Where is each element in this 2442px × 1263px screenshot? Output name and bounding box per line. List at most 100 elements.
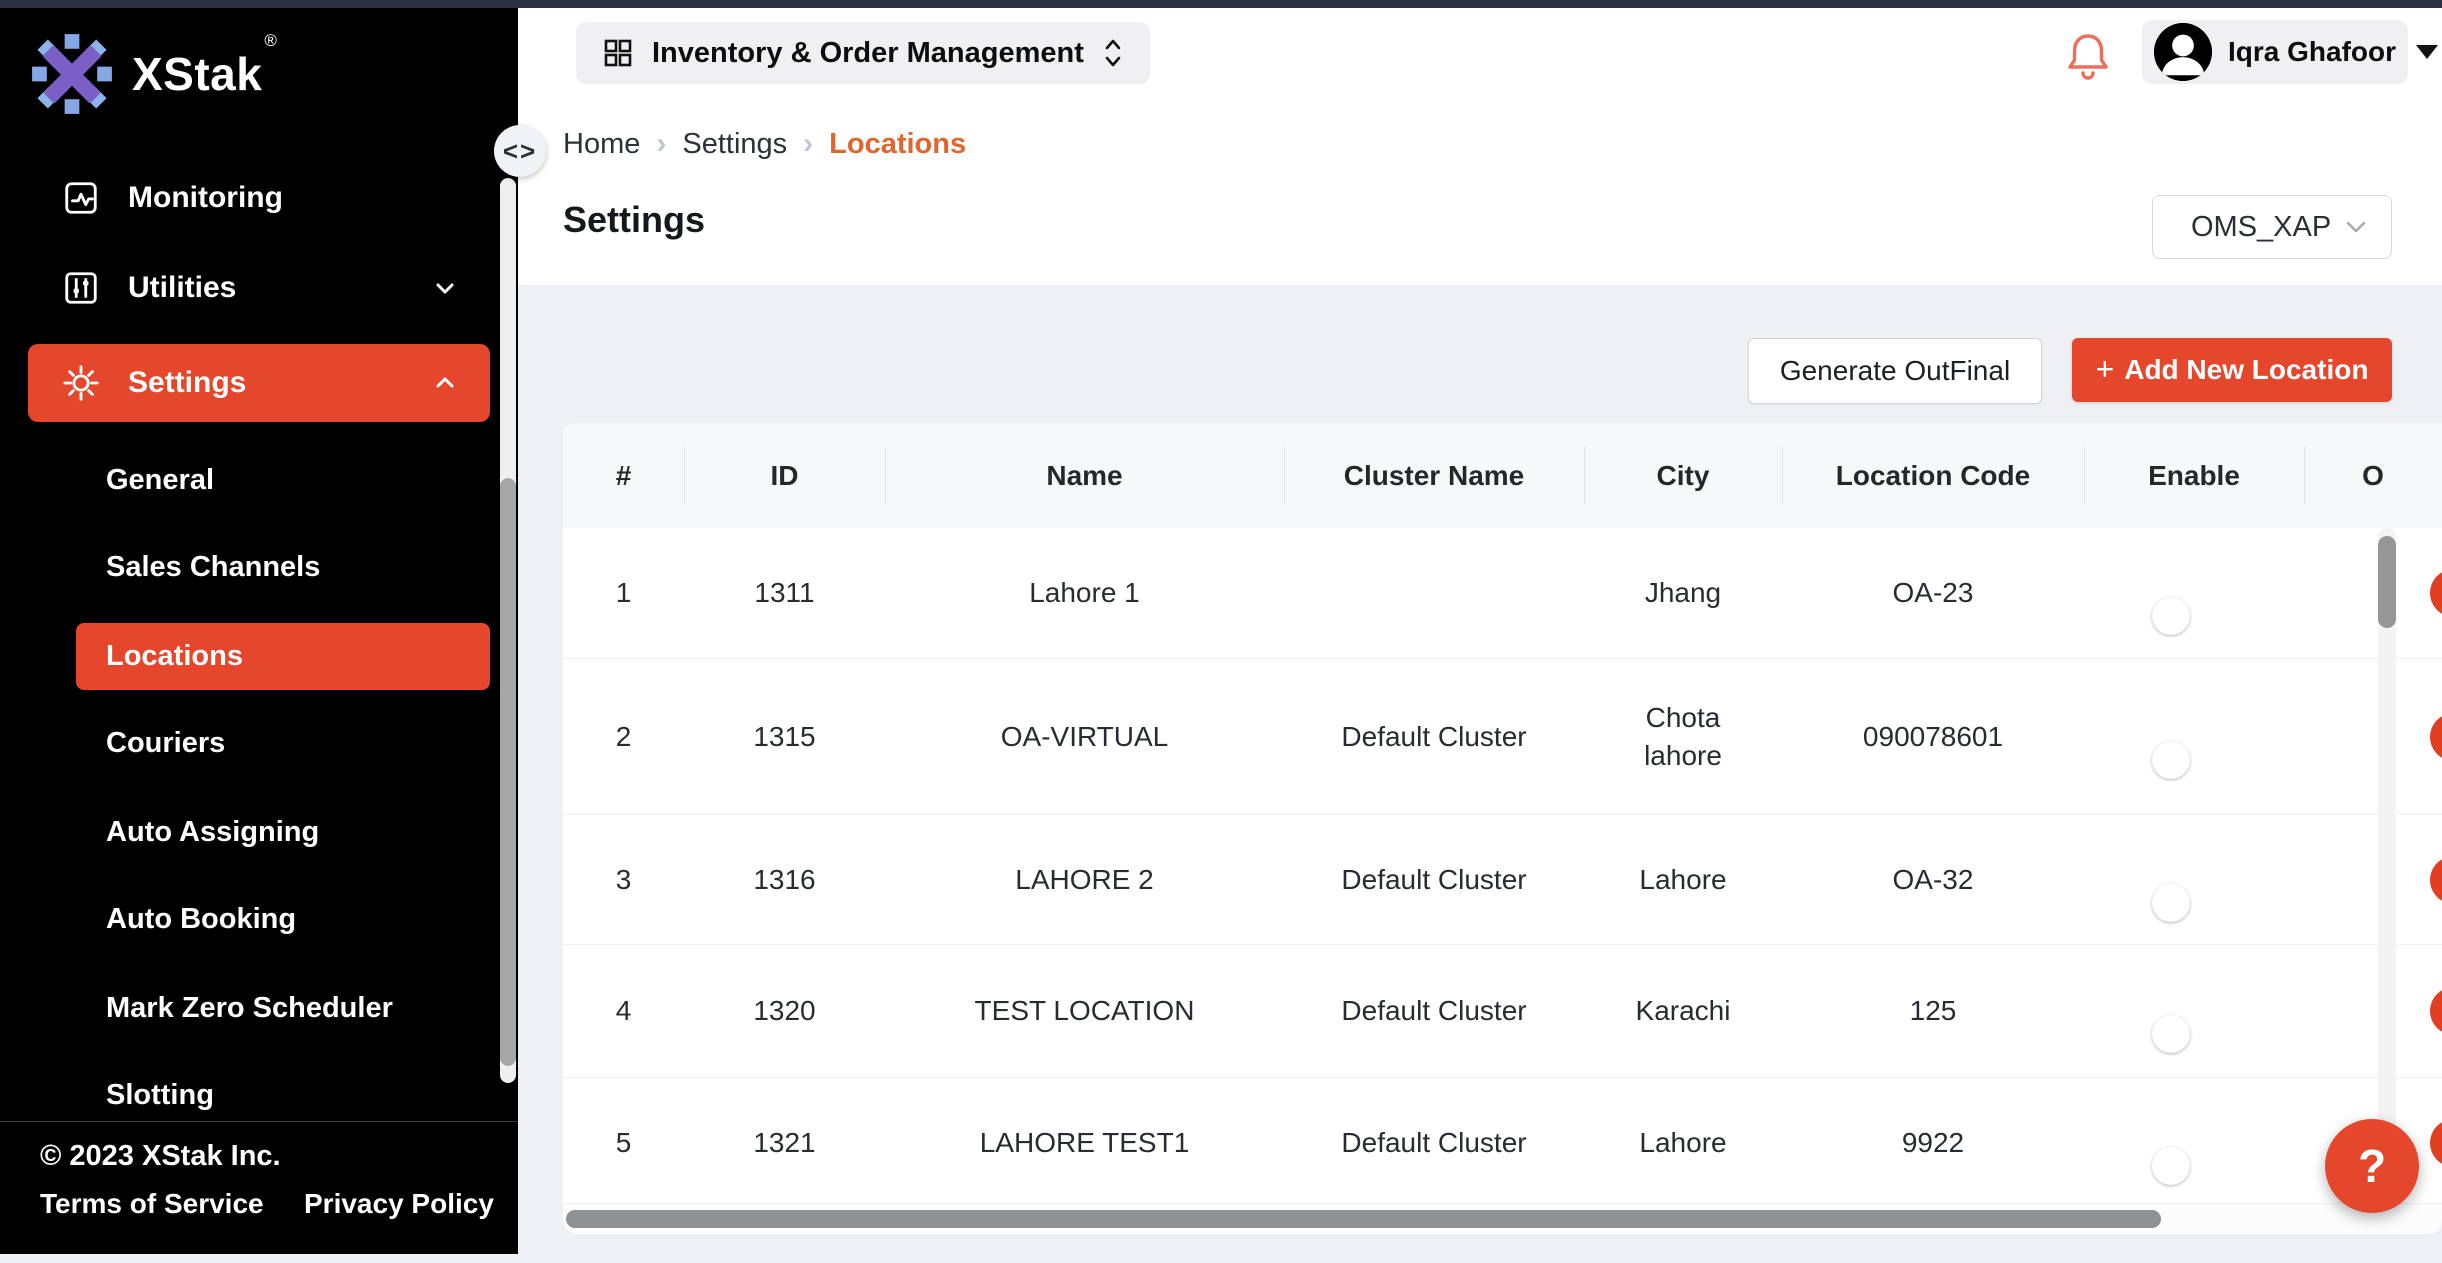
privacy-policy-link[interactable]: Privacy Policy bbox=[304, 1188, 494, 1220]
sidebar-subitem-sales-channels[interactable]: Sales Channels bbox=[0, 539, 518, 595]
sidebar-subitem-locations[interactable]: Locations bbox=[76, 623, 490, 690]
table-vertical-scrollbar-thumb[interactable] bbox=[2378, 536, 2396, 628]
column-header-enable: Enable bbox=[2084, 460, 2304, 492]
cell-cluster-name: Default Cluster bbox=[1284, 992, 1584, 1030]
breadcrumb-locations: Locations bbox=[829, 128, 966, 161]
brand-name: XStak bbox=[132, 48, 262, 100]
selector-chevrons-icon bbox=[1102, 35, 1124, 71]
cell-num: 2 bbox=[563, 718, 684, 756]
header-separator bbox=[1584, 447, 1585, 504]
sidebar-subitem-label: Couriers bbox=[106, 727, 225, 760]
sidebar-subitem-auto-assigning[interactable]: Auto Assigning bbox=[0, 804, 518, 860]
grid-icon bbox=[602, 37, 634, 69]
copyright-text: © 2023 XStak Inc. bbox=[40, 1140, 281, 1173]
header-separator bbox=[2304, 447, 2305, 504]
sidebar-subitem-label: Mark Zero Scheduler bbox=[106, 992, 393, 1025]
column-header-location-code: Location Code bbox=[1782, 460, 2084, 492]
user-name: Iqra Ghafoor bbox=[2228, 36, 2396, 68]
cell-cluster-name: Default Cluster bbox=[1284, 718, 1584, 756]
add-new-location-button[interactable]: + Add New Location bbox=[2072, 338, 2392, 402]
sidebar-subitem-label: Auto Booking bbox=[106, 903, 296, 936]
notifications-bell-icon[interactable] bbox=[2064, 30, 2112, 82]
cell-num: 5 bbox=[563, 1124, 684, 1162]
terms-of-service-link[interactable]: Terms of Service bbox=[40, 1188, 264, 1220]
column-header-options: O bbox=[2304, 460, 2442, 492]
sidebar-subitem-label: Auto Assigning bbox=[106, 816, 319, 849]
table-horizontal-scrollbar-track[interactable] bbox=[563, 1203, 2442, 1234]
sidebar-subitem-slotting[interactable]: Slotting bbox=[0, 1067, 518, 1121]
collapse-icon: <> bbox=[503, 136, 537, 167]
app-switcher[interactable]: Inventory & Order Management bbox=[576, 22, 1150, 84]
help-question-mark: ? bbox=[2358, 1139, 2386, 1193]
page-title: Settings bbox=[563, 199, 705, 241]
row-action-button[interactable] bbox=[2430, 856, 2442, 904]
row-action-button[interactable] bbox=[2430, 987, 2442, 1035]
sidebar-item-monitoring[interactable]: Monitoring bbox=[0, 176, 518, 226]
column-header-name: Name bbox=[885, 460, 1284, 492]
sidebar-menu: Monitoring Utilities bbox=[0, 176, 518, 1121]
generate-outfinal-label: Generate OutFinal bbox=[1780, 355, 2010, 387]
cell-location-code: 090078601 bbox=[1782, 718, 2084, 756]
cell-city: Chota lahore bbox=[1584, 699, 1782, 775]
workspace-select[interactable]: OMS_XAP bbox=[2152, 195, 2392, 259]
column-header-num: # bbox=[563, 460, 684, 492]
xstak-logo-icon bbox=[30, 32, 114, 116]
add-new-location-label: Add New Location bbox=[2124, 354, 2368, 386]
monitoring-icon bbox=[62, 179, 100, 217]
generate-outfinal-button[interactable]: Generate OutFinal bbox=[1748, 338, 2042, 404]
header-separator bbox=[885, 447, 886, 504]
column-header-id: ID bbox=[684, 460, 885, 492]
user-menu[interactable]: Iqra Ghafoor bbox=[2142, 20, 2408, 84]
sidebar-collapse-button[interactable]: <> bbox=[494, 125, 546, 177]
cell-name: LAHORE 2 bbox=[885, 861, 1284, 899]
cell-city: Lahore bbox=[1584, 861, 1782, 899]
locations-table: # ID Name Cluster Name City Location Cod… bbox=[563, 423, 2442, 1233]
toggle-knob bbox=[2152, 1015, 2190, 1053]
chevron-down-icon bbox=[2345, 220, 2367, 234]
sidebar-item-utilities[interactable]: Utilities bbox=[0, 260, 518, 316]
help-button[interactable]: ? bbox=[2325, 1119, 2419, 1213]
table-horizontal-scrollbar-thumb[interactable] bbox=[566, 1210, 2161, 1228]
sidebar-subitem-label: Slotting bbox=[106, 1079, 214, 1112]
cell-id: 1321 bbox=[684, 1124, 885, 1162]
cell-name: LAHORE TEST1 bbox=[885, 1124, 1284, 1162]
cell-num: 1 bbox=[563, 574, 684, 612]
cell-city: Jhang bbox=[1584, 574, 1782, 612]
chevron-down-icon bbox=[432, 275, 458, 301]
sidebar-subitem-label: Locations bbox=[106, 640, 243, 673]
sidebar-item-label: Monitoring bbox=[128, 181, 283, 215]
cell-location-code: 9922 bbox=[1782, 1124, 2084, 1162]
sidebar-subitem-mark-zero-scheduler[interactable]: Mark Zero Scheduler bbox=[0, 980, 518, 1036]
caret-down-icon bbox=[2416, 45, 2438, 59]
table-row: 5 1321 LAHORE TEST1 Default Cluster Laho… bbox=[563, 1078, 2442, 1208]
breadcrumb-settings[interactable]: Settings bbox=[682, 128, 787, 161]
breadcrumb-separator-icon: › bbox=[656, 127, 666, 161]
table-body: 1 1311 Lahore 1 Jhang OA-23 2 1315 OA-VI… bbox=[563, 528, 2442, 1208]
row-action-button[interactable] bbox=[2430, 1119, 2442, 1167]
sidebar-subitem-label: General bbox=[106, 464, 214, 497]
breadcrumb-separator-icon: › bbox=[803, 127, 813, 161]
content-area: Generate OutFinal + Add New Location # I… bbox=[518, 285, 2442, 1254]
cell-cluster-name: Default Cluster bbox=[1284, 1124, 1584, 1162]
sidebar-subitem-general[interactable]: General bbox=[0, 452, 518, 508]
row-action-button[interactable] bbox=[2430, 713, 2442, 761]
table-header-row: # ID Name Cluster Name City Location Cod… bbox=[563, 423, 2442, 529]
top-header: Inventory & Order Management Iqra Ghafoo… bbox=[518, 8, 2442, 94]
cell-name: TEST LOCATION bbox=[885, 992, 1284, 1030]
header-separator bbox=[1284, 447, 1285, 504]
cell-id: 1311 bbox=[684, 574, 885, 612]
sidebar-scrollbar-thumb[interactable] bbox=[500, 478, 516, 1066]
cell-num: 3 bbox=[563, 861, 684, 899]
row-action-button[interactable] bbox=[2430, 569, 2442, 617]
sidebar-subitem-couriers[interactable]: Couriers bbox=[0, 715, 518, 771]
sidebar-subitem-auto-booking[interactable]: Auto Booking bbox=[0, 891, 518, 947]
column-header-cluster-name: Cluster Name bbox=[1284, 460, 1584, 492]
table-row: 1 1311 Lahore 1 Jhang OA-23 bbox=[563, 528, 2442, 659]
page-header-band: Home › Settings › Locations Settings OMS… bbox=[518, 93, 2442, 285]
utilities-icon bbox=[62, 269, 100, 307]
sidebar-item-settings[interactable]: Settings bbox=[28, 344, 490, 422]
breadcrumb: Home › Settings › Locations bbox=[563, 127, 966, 161]
cell-id: 1315 bbox=[684, 718, 885, 756]
breadcrumb-home[interactable]: Home bbox=[563, 128, 640, 161]
cell-id: 1316 bbox=[684, 861, 885, 899]
